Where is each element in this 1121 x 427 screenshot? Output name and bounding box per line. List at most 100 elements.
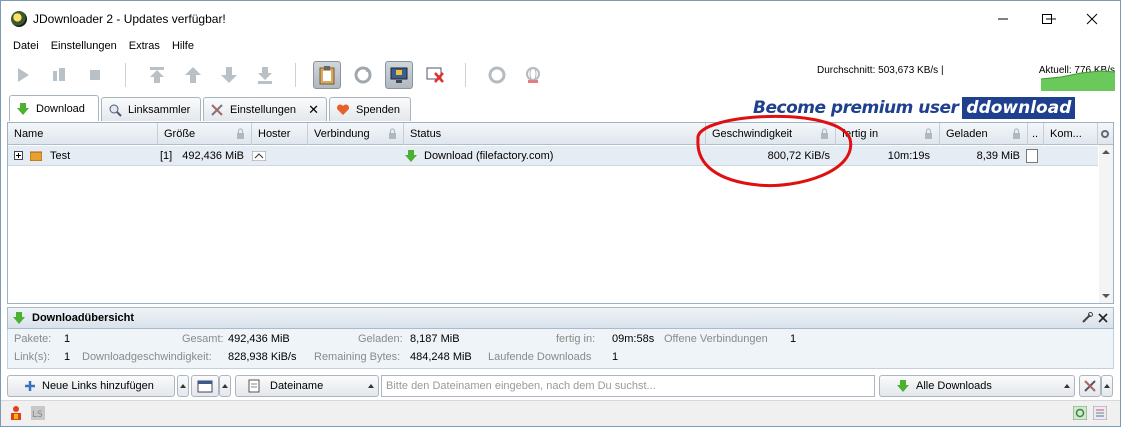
wrench-icon[interactable] bbox=[1081, 312, 1093, 324]
tab-label: Linksammler bbox=[128, 103, 191, 116]
speed-average: Durchschnitt: 503,673 KB/s | bbox=[817, 65, 944, 76]
minimize-button[interactable] bbox=[980, 1, 1026, 37]
clipboard-observer-button[interactable] bbox=[313, 61, 341, 89]
lock-icon bbox=[237, 128, 244, 139]
row-loaded: 8,39 MiB bbox=[976, 150, 1020, 162]
download-arrow-icon bbox=[17, 102, 29, 115]
ls-icon[interactable]: LS bbox=[31, 406, 45, 420]
tab-einstellungen[interactable]: Einstellungen ✕ bbox=[203, 97, 327, 121]
downloads-table: Name Größe Hoster Verbindung Status Gesc… bbox=[7, 114, 1114, 304]
close-panel-icon[interactable] bbox=[1097, 312, 1109, 324]
search-input[interactable]: Bitte den Dateinamen eingeben, nach dem … bbox=[381, 375, 875, 397]
silent-mode-icon bbox=[426, 67, 444, 83]
tab-download[interactable]: Download bbox=[9, 95, 99, 121]
menu-einstellungen[interactable]: Einstellungen bbox=[45, 37, 123, 57]
globe-icon bbox=[526, 67, 540, 83]
update-button[interactable] bbox=[483, 61, 511, 89]
gesamt-label: Gesamt: bbox=[182, 333, 224, 345]
offene-label: Offene Verbindungen bbox=[664, 333, 768, 345]
scroll-down-icon[interactable] bbox=[1099, 291, 1113, 301]
lock-icon bbox=[925, 128, 932, 139]
reconnect-icon bbox=[354, 66, 372, 84]
reconnect-button[interactable] bbox=[349, 61, 377, 89]
schedule-dropdown[interactable] bbox=[219, 375, 231, 397]
row-count: [1] bbox=[160, 150, 173, 162]
start-downloads-button[interactable] bbox=[9, 61, 37, 89]
user-icon[interactable] bbox=[9, 405, 23, 421]
settings-globe-button[interactable] bbox=[519, 61, 547, 89]
tab-label: Download bbox=[36, 102, 85, 115]
magnifier-icon bbox=[109, 104, 122, 117]
move-bottom-button[interactable] bbox=[251, 61, 279, 89]
silent-mode-button[interactable] bbox=[421, 61, 449, 89]
download-filter-value: Alle Downloads bbox=[916, 380, 992, 392]
tab-spenden[interactable]: Spenden bbox=[329, 97, 411, 121]
laufende-value: 1 bbox=[612, 351, 619, 363]
row-size: 492,436 MiB bbox=[182, 150, 244, 162]
tools-icon bbox=[211, 103, 223, 116]
column-hoster[interactable]: Hoster bbox=[252, 123, 308, 145]
table-scrollbar[interactable] bbox=[1099, 145, 1113, 303]
stop-downloads-button[interactable] bbox=[81, 61, 109, 89]
pause-downloads-button[interactable] bbox=[45, 61, 73, 89]
refresh-icon[interactable] bbox=[1073, 406, 1087, 420]
status-bar: LS bbox=[1, 400, 1120, 426]
tab-label: Spenden bbox=[356, 103, 401, 116]
heart-icon bbox=[336, 103, 350, 115]
move-top-button[interactable] bbox=[143, 61, 171, 89]
column-comment[interactable]: Kom... bbox=[1044, 123, 1098, 145]
close-window-button[interactable] bbox=[1069, 1, 1115, 37]
chevron-up-icon bbox=[222, 384, 228, 388]
geladen-label: Geladen: bbox=[358, 333, 403, 345]
menu-hilfe[interactable]: Hilfe bbox=[166, 37, 200, 57]
tools-dropdown[interactable] bbox=[1101, 375, 1113, 397]
close-tab-icon[interactable]: ✕ bbox=[308, 102, 319, 118]
column-loaded[interactable]: Geladen bbox=[940, 123, 1028, 145]
fertig-label: fertig in: bbox=[556, 333, 596, 345]
pakete-label: Pakete: bbox=[14, 333, 52, 345]
plus-icon bbox=[14, 151, 23, 160]
bottom-bar: Neue Links hinzufügen Dateiname Bitte de… bbox=[1, 372, 1120, 400]
maximize-button[interactable] bbox=[1024, 1, 1070, 37]
list-icon[interactable] bbox=[1093, 406, 1107, 420]
menu-datei[interactable]: Datei bbox=[7, 37, 45, 57]
table-row[interactable]: Test [1] 492,436 MiB Download (filefacto… bbox=[8, 146, 1098, 166]
download-filter-select[interactable]: Alle Downloads bbox=[879, 375, 1075, 397]
add-links-dropdown[interactable] bbox=[177, 375, 189, 397]
geladen-value: 8,187 MiB bbox=[410, 333, 460, 345]
move-to-bottom-icon bbox=[258, 67, 272, 84]
row-name: Test bbox=[50, 150, 71, 162]
chevron-up-icon bbox=[1064, 384, 1070, 388]
column-name[interactable]: Name bbox=[8, 123, 158, 145]
fertig-value: 09m:58s bbox=[612, 333, 655, 345]
column-status[interactable]: Status bbox=[404, 123, 706, 145]
expand-toggle[interactable] bbox=[14, 146, 26, 166]
move-down-button[interactable] bbox=[215, 61, 243, 89]
arrow-down-icon bbox=[221, 67, 237, 83]
tab-label: Einstellungen bbox=[230, 103, 297, 116]
tools-button[interactable] bbox=[1079, 375, 1101, 397]
pakete-value: 1 bbox=[64, 333, 71, 345]
move-up-button[interactable] bbox=[179, 61, 207, 89]
column-size[interactable]: Größe bbox=[158, 123, 252, 145]
clipboard-icon bbox=[319, 66, 335, 85]
schedule-button[interactable] bbox=[191, 375, 219, 397]
add-links-button[interactable]: Neue Links hinzufügen bbox=[7, 375, 175, 397]
maximize-icon bbox=[1042, 14, 1052, 24]
table-header: Name Größe Hoster Verbindung Status Gesc… bbox=[8, 123, 1113, 145]
links-label: Link(s): bbox=[14, 351, 51, 363]
column-extra[interactable]: .. bbox=[1028, 123, 1044, 145]
column-settings[interactable] bbox=[1098, 123, 1113, 145]
scroll-up-icon[interactable] bbox=[1099, 147, 1113, 157]
menu-extras[interactable]: Extras bbox=[123, 37, 166, 57]
overview-title: Downloadübersicht bbox=[32, 312, 135, 324]
tab-linksammler[interactable]: Linksammler bbox=[101, 97, 201, 121]
search-field-select[interactable]: Dateiname bbox=[235, 375, 379, 397]
tools-icon bbox=[1084, 380, 1096, 392]
row-checkbox[interactable] bbox=[1026, 146, 1038, 166]
row-status: Download (filefactory.com) bbox=[424, 150, 554, 162]
title-bar: JDownloader 2 - Updates verfügbar! bbox=[1, 1, 1120, 37]
column-connection[interactable]: Verbindung bbox=[308, 123, 404, 145]
premium-toggle-button[interactable] bbox=[385, 61, 413, 89]
calendar-icon bbox=[197, 380, 213, 393]
